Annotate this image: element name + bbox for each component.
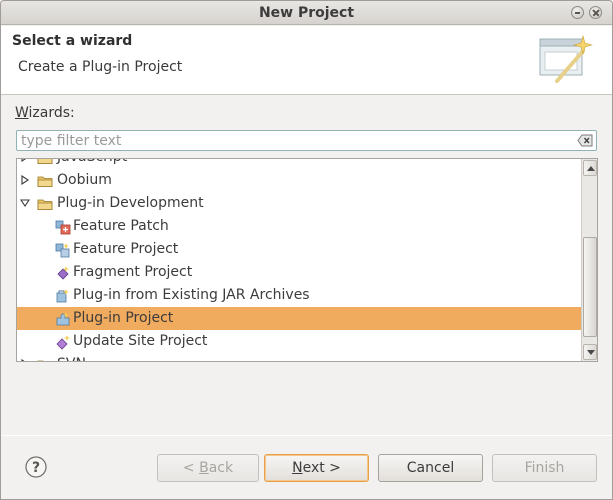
banner-title: Select a wizard — [12, 33, 133, 49]
plugin-jar-icon — [56, 289, 70, 303]
tree-item-label: Plug-in Development — [57, 195, 204, 211]
next-label: Next > — [292, 460, 341, 476]
window-title: New Project — [258, 5, 355, 21]
feature-project-icon — [55, 243, 70, 258]
wizards-label: Wizards: — [15, 105, 75, 121]
expand-arrow-icon[interactable] — [20, 175, 30, 185]
help-icon[interactable]: ? — [25, 456, 47, 478]
fragment-project-icon — [57, 266, 70, 280]
next-button[interactable]: Next > — [264, 454, 369, 482]
scrollbar-thumb[interactable] — [583, 237, 597, 337]
wizards-label-text: izards: — [28, 105, 75, 121]
cancel-label: Cancel — [406, 460, 455, 476]
tree-item-feature-project[interactable]: Feature Project — [17, 238, 581, 261]
clear-filter-icon[interactable] — [577, 134, 593, 147]
folder-icon — [37, 199, 53, 210]
scroll-down-arrow[interactable] — [583, 344, 597, 360]
finish-label: Finish — [524, 460, 565, 476]
tree-item-label: JavaScript — [57, 159, 127, 169]
new-project-dialog: New Project Select a wizard Create a Plu… — [0, 0, 613, 500]
banner-description: Create a Plug-in Project — [18, 59, 183, 75]
tree-item-label: Oobium — [57, 172, 112, 188]
tree-item-update-site-project[interactable]: Update Site Project — [17, 330, 581, 353]
collapse-arrow-icon[interactable] — [20, 198, 30, 208]
close-button[interactable] — [589, 6, 602, 19]
cancel-button[interactable]: Cancel — [378, 454, 483, 482]
tree-item-oobium[interactable]: Oobium — [17, 169, 581, 192]
wizards-label-mnemonic: W — [15, 105, 29, 121]
tree-item-label: Feature Project — [73, 241, 179, 257]
tree-item-label: Fragment Project — [73, 264, 193, 280]
plugin-project-icon — [56, 312, 70, 326]
tree-vertical-scrollbar[interactable] — [581, 159, 597, 361]
expand-arrow-icon[interactable] — [20, 359, 30, 362]
wizard-banner-icon — [539, 34, 593, 83]
expand-arrow-icon[interactable] — [20, 158, 30, 162]
minimize-button[interactable] — [571, 6, 584, 19]
tree-item-feature-patch[interactable]: Feature Patch — [17, 215, 581, 238]
tree-item-plug-in-project[interactable]: Plug-in Project — [17, 307, 581, 330]
folder-icon — [37, 360, 44, 361]
wizard-banner: Select a wizard Create a Plug-in Project — [1, 26, 612, 95]
tree-item-label: Feature Patch — [73, 218, 169, 234]
button-bar-separator — [1, 435, 612, 436]
tree-item-plug-in-from-existing-jar-archives[interactable]: Plug-in from Existing JAR Archives — [17, 284, 581, 307]
wizard-tree[interactable]: JavaScript Oobium Plug-in Development Featu… — [16, 158, 598, 362]
scroll-up-arrow[interactable] — [583, 160, 597, 176]
back-label: < Back — [182, 460, 234, 476]
tree-item-label: SVN — [57, 353, 86, 361]
tree-item-svn[interactable]: SVN — [17, 353, 581, 362]
tree-item-plug-in-development[interactable]: Plug-in Development — [17, 192, 581, 215]
folder-icon — [37, 159, 53, 164]
filter-field[interactable] — [16, 130, 597, 151]
finish-button[interactable]: Finish — [492, 454, 597, 482]
tree-item-javascript[interactable]: JavaScript — [17, 158, 581, 169]
folder-icon — [37, 176, 53, 187]
update-site-icon — [56, 335, 71, 350]
tree-item-label: Plug-in from Existing JAR Archives — [73, 287, 310, 303]
title-bar[interactable]: New Project — [1, 1, 612, 25]
tree-item-label: Plug-in Project — [73, 310, 174, 326]
filter-input[interactable] — [19, 132, 569, 149]
tree-item-fragment-project[interactable]: Fragment Project — [17, 261, 581, 284]
tree-item-label: Update Site Project — [73, 333, 208, 349]
feature-patch-icon — [55, 220, 71, 235]
back-button[interactable]: B< Back — [157, 454, 259, 482]
svg-text:?: ? — [32, 460, 40, 476]
